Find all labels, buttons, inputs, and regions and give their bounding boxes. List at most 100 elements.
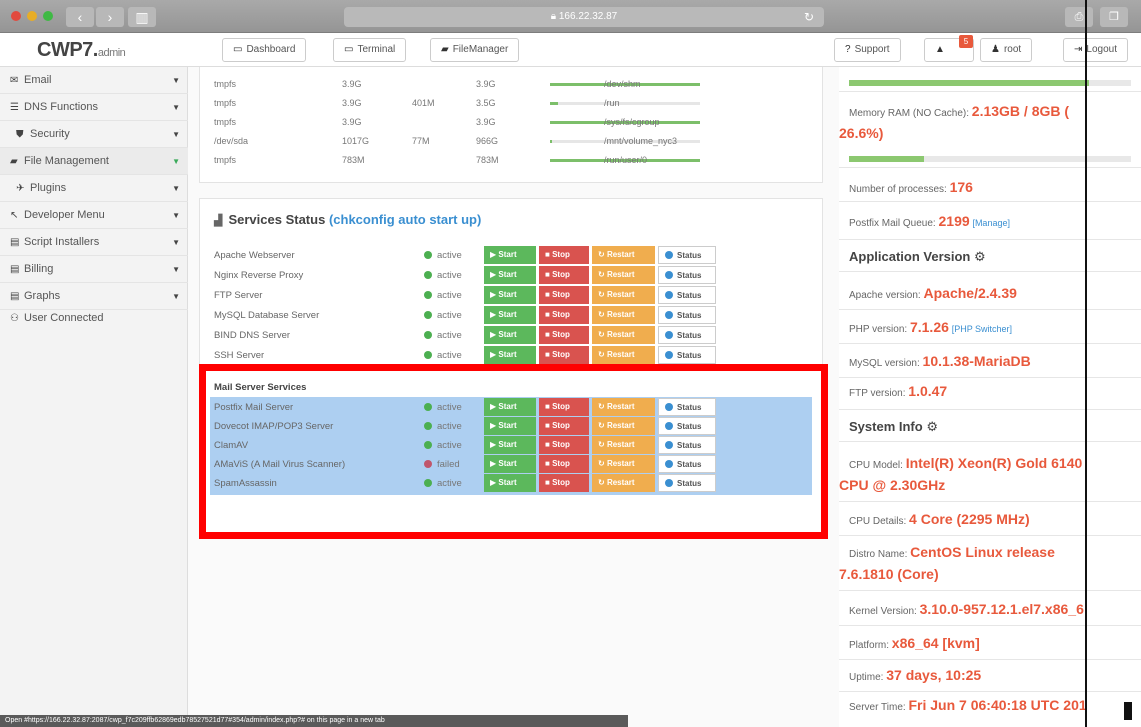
- status-dot-icon: [424, 351, 432, 359]
- status-button[interactable]: Status: [658, 346, 716, 364]
- start-button[interactable]: ▶ Start: [484, 346, 536, 364]
- cpu-model: CPU Model: Intel(R) Xeon(R) Gold 6140: [849, 455, 1083, 471]
- status-bar-url: Open #https://166.22.32.87:2087/cwp_f7c2…: [0, 715, 628, 727]
- service-row: FTP Server active ▶ Start ■ Stop ↻ Resta…: [214, 285, 814, 305]
- restart-button[interactable]: ↻ Restart: [592, 346, 655, 364]
- gear-icon[interactable]: ⚙: [974, 249, 986, 264]
- gear-icon[interactable]: ⚙: [926, 419, 938, 434]
- stop-button[interactable]: ■ Stop: [539, 326, 589, 344]
- sidebar-item-user-connected[interactable]: ⚇ User Connected: [0, 305, 188, 332]
- apache-version: Apache version: Apache/2.4.39: [849, 285, 1017, 301]
- sidebar-item-email[interactable]: ✉ Email ▼: [0, 67, 188, 94]
- restart-button[interactable]: ↻ Restart: [592, 266, 655, 284]
- php-version: PHP version: 7.1.26 [PHP Switcher]: [849, 319, 1013, 335]
- restart-button[interactable]: ↻ Restart: [592, 246, 655, 264]
- url-text: 166.22.32.87: [558, 11, 618, 22]
- stop-button[interactable]: ■ Stop: [539, 346, 589, 364]
- uptime: Uptime: 37 days, 10:25: [849, 667, 982, 683]
- sidebar-item-script-installers[interactable]: ▤ Script Installers ▼: [0, 229, 188, 256]
- envelope-icon: ✉: [10, 75, 19, 86]
- billing-icon: ▤: [10, 264, 20, 275]
- info-icon: [665, 351, 673, 359]
- maximize-window-button[interactable]: [43, 11, 53, 21]
- service-row: BIND DNS Server active ▶ Start ■ Stop ↻ …: [214, 325, 814, 345]
- lock-icon: 🔒︎: [550, 11, 559, 22]
- user-icon: ♟: [991, 44, 1000, 55]
- minimize-window-button[interactable]: [27, 11, 37, 21]
- status-dot-icon: [424, 291, 432, 299]
- bell-icon: ▲: [935, 44, 945, 55]
- service-row: SSH Server active ▶ Start ■ Stop ↻ Resta…: [214, 345, 814, 365]
- table-row: /dev/sda 1017G 77M 966G /mnt/volume_nyc3: [214, 132, 814, 151]
- restart-button[interactable]: ↻ Restart: [592, 286, 655, 304]
- divider-line: [1085, 0, 1087, 727]
- chevron-down-icon: ▼: [172, 76, 180, 85]
- info-icon: [665, 311, 673, 319]
- folder-icon: ▰: [441, 44, 449, 55]
- close-window-button[interactable]: [11, 11, 21, 21]
- forward-button[interactable]: ›: [96, 7, 124, 27]
- terminal-button[interactable]: ▭ Terminal: [333, 38, 407, 62]
- info-icon: [665, 251, 673, 259]
- info-icon: [665, 331, 673, 339]
- status-button[interactable]: Status: [658, 326, 716, 344]
- share-button[interactable]: ⎙: [1065, 7, 1093, 27]
- address-bar[interactable]: 🔒︎ 166.22.32.87 ↻: [344, 7, 824, 27]
- plugin-icon: ✈: [16, 183, 25, 194]
- chevron-down-icon: ▼: [172, 130, 180, 139]
- info-icon: [665, 271, 673, 279]
- status-button[interactable]: Status: [658, 246, 716, 264]
- start-button[interactable]: ▶ Start: [484, 326, 536, 344]
- status-dot-icon: [424, 271, 432, 279]
- stop-button[interactable]: ■ Stop: [539, 246, 589, 264]
- filemanager-button[interactable]: ▰ FileManager: [430, 38, 520, 62]
- memory-info-cont: 26.6%): [839, 125, 884, 141]
- chart-icon: ▟: [214, 215, 223, 227]
- user-menu-button[interactable]: ♟ root: [980, 38, 1033, 62]
- sidebar-item-dns-functions[interactable]: ☰ DNS Functions ▼: [0, 94, 188, 121]
- start-button[interactable]: ▶ Start: [484, 286, 536, 304]
- sidebar-item-security[interactable]: ⛊ Security ▼: [0, 121, 188, 148]
- support-button[interactable]: ? Support: [834, 38, 901, 62]
- tabs-button[interactable]: ❐: [1100, 7, 1128, 27]
- browser-toolbar: ‹ › ▥ 🔒︎ 166.22.32.87 ↻ ⎙ ❐: [0, 0, 1141, 33]
- stop-button[interactable]: ■ Stop: [539, 266, 589, 284]
- reload-icon[interactable]: ↻: [804, 7, 814, 27]
- info-icon: [665, 291, 673, 299]
- monitor-icon: ▭: [233, 44, 243, 55]
- application-version-heading: Application Version ⚙: [849, 249, 986, 264]
- cursor-mark: [1124, 702, 1132, 720]
- status-button[interactable]: Status: [658, 286, 716, 304]
- status-button[interactable]: Status: [658, 306, 716, 324]
- start-button[interactable]: ▶ Start: [484, 266, 536, 284]
- stop-button[interactable]: ■ Stop: [539, 286, 589, 304]
- memory-info: Memory RAM (NO Cache): 2.13GB / 8GB (: [849, 103, 1070, 119]
- start-button[interactable]: ▶ Start: [484, 306, 536, 324]
- restart-button[interactable]: ↻ Restart: [592, 326, 655, 344]
- chkconfig-link[interactable]: (chkconfig auto start up): [329, 212, 481, 227]
- mysql-version: MySQL version: 10.1.38-MariaDB: [849, 353, 1031, 369]
- notification-count-badge: 5: [959, 35, 973, 48]
- logout-button[interactable]: ⇥ Logout: [1063, 38, 1128, 62]
- manage-link[interactable]: [Manage]: [972, 218, 1010, 228]
- users-icon: ⚇: [10, 313, 19, 324]
- sidebar: ✉ Email ▼ ☰ DNS Functions ▼ ⛊ Security ▼ ▰ File…: [0, 67, 188, 727]
- php-switcher-link[interactable]: [PHP Switcher]: [952, 324, 1012, 334]
- chevron-down-icon: ▼: [172, 184, 180, 193]
- sidebar-toggle-button[interactable]: ▥: [128, 7, 156, 27]
- restart-button[interactable]: ↻ Restart: [592, 306, 655, 324]
- cwp-logo[interactable]: CWP7.admin: [37, 39, 126, 62]
- terminal-icon: ▭: [344, 44, 354, 55]
- back-button[interactable]: ‹: [66, 7, 94, 27]
- start-button[interactable]: ▶ Start: [484, 246, 536, 264]
- sidebar-item-plugins[interactable]: ✈ Plugins ▼: [0, 175, 188, 202]
- chevron-down-icon: ▼: [172, 211, 180, 220]
- sidebar-item-billing[interactable]: ▤ Billing ▼: [0, 256, 188, 283]
- status-button[interactable]: Status: [658, 266, 716, 284]
- service-row: Apache Webserver active ▶ Start ■ Stop ↻…: [214, 245, 814, 265]
- stop-button[interactable]: ■ Stop: [539, 306, 589, 324]
- dashboard-button[interactable]: ▭ Dashboard: [222, 38, 307, 62]
- sidebar-item-developer-menu[interactable]: ↖ Developer Menu ▼: [0, 202, 188, 229]
- sidebar-item-file-management[interactable]: ▰ File Management ▼: [0, 148, 188, 175]
- disk-usage-bar: [550, 102, 700, 105]
